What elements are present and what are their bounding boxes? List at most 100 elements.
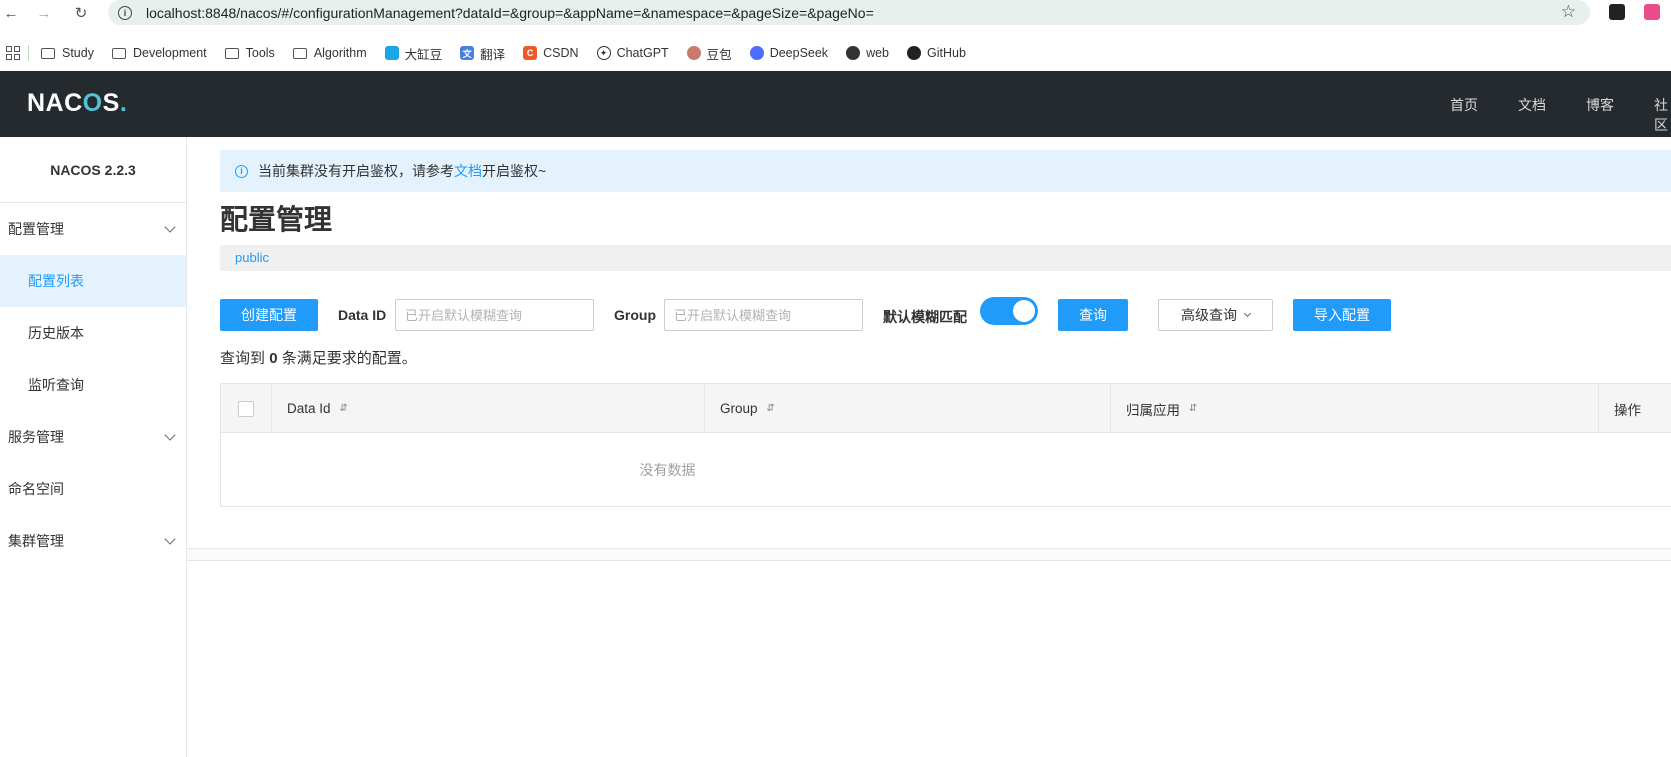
column-dataid[interactable]: Data Id ⇵ <box>272 384 705 433</box>
nacos-logo[interactable]: NACOS. <box>27 89 127 118</box>
bookmark-translate[interactable]: 文翻译 <box>460 44 505 63</box>
dataid-input[interactable] <box>395 299 594 331</box>
sidebar-group-cluster[interactable]: 集群管理 <box>0 515 186 567</box>
bookmark-github[interactable]: GitHub <box>907 46 966 60</box>
create-config-button[interactable]: 创建配置 <box>220 299 318 331</box>
page-title: 配置管理 <box>220 204 333 235</box>
bookmark-development[interactable]: Development <box>111 46 207 60</box>
url-text: localhost:8848/nacos/#/configurationMana… <box>146 4 874 21</box>
sidebar-version: NACOS 2.2.3 <box>0 137 186 203</box>
namespace-bar: public <box>220 245 1671 271</box>
bookmark-deepseek[interactable]: DeepSeek <box>749 46 829 60</box>
dataid-label: Data ID <box>338 307 387 323</box>
translate-extension-icon[interactable] <box>1644 4 1660 20</box>
bookmark-label: Development <box>132 46 207 60</box>
column-label: Group <box>720 401 758 416</box>
bookmark-label: Algorithm <box>313 46 367 60</box>
column-label: 操作 <box>1614 402 1641 418</box>
sidebar-group-label: 命名空间 <box>8 481 64 497</box>
sort-icon[interactable]: ⇵ <box>1189 403 1197 414</box>
advanced-query-label: 高级查询 <box>1181 307 1237 323</box>
sidebar-group-config[interactable]: 配置管理 <box>0 203 186 255</box>
alert-text-after: 开启鉴权~ <box>482 163 547 179</box>
bookmark-label: Study <box>62 46 94 60</box>
reload-icon[interactable]: ↻ <box>70 2 92 24</box>
sidebar-group-namespace[interactable]: 命名空间 <box>0 463 186 515</box>
nav-docs[interactable]: 文档 <box>1518 95 1546 115</box>
alert-text-before: 当前集群没有开启鉴权，请参考 <box>258 163 454 179</box>
nav-community[interactable]: 社区 <box>1654 95 1671 135</box>
address-bar[interactable]: i localhost:8848/nacos/#/configurationMa… <box>108 0 1590 25</box>
select-all-cell <box>221 384 272 433</box>
bookmark-study[interactable]: Study <box>41 46 94 60</box>
sidebar: NACOS 2.2.3 配置管理 配置列表 历史版本 监听查询 服务管理 命名空… <box>0 137 187 757</box>
bookmark-label: DeepSeek <box>769 46 829 60</box>
toggle-knob <box>1013 300 1035 322</box>
bookmark-label: ChatGPT <box>616 46 669 60</box>
column-app[interactable]: 归属应用 ⇵ <box>1111 384 1599 433</box>
bookmark-doubao[interactable]: 豆包 <box>686 44 732 63</box>
namespace-public[interactable]: public <box>235 250 269 265</box>
bookmark-label: 大缸豆 <box>404 47 443 62</box>
fuzzy-match-toggle[interactable] <box>980 297 1038 325</box>
csdn-icon: C <box>523 46 538 60</box>
app-header: NACOS. 首页 文档 博客 社区 <box>0 71 1671 137</box>
result-count: 0 <box>269 350 278 367</box>
fuzzy-match-label: 默认模糊匹配 <box>883 309 967 325</box>
folder-icon <box>41 47 55 59</box>
bookmarks-bar: Study Development Tools Algorithm 大缸豆 文翻… <box>0 39 1671 67</box>
bookmark-label: web <box>866 46 889 60</box>
github-icon <box>907 46 921 60</box>
site-info-icon[interactable]: i <box>118 5 132 20</box>
info-icon: i <box>235 164 248 178</box>
chatgpt-icon: ✦ <box>596 46 611 60</box>
folder-icon <box>292 47 307 59</box>
doubao-icon <box>686 46 701 60</box>
bookmark-label: Tools <box>245 46 275 60</box>
chevron-down-icon <box>1243 309 1252 318</box>
bookmark-tools[interactable]: Tools <box>224 46 275 60</box>
bookmark-csdn[interactable]: C CSDN <box>523 46 579 60</box>
extension-icon[interactable] <box>1609 4 1625 20</box>
sidebar-group-label: 服务管理 <box>8 429 64 445</box>
result-summary: 查询到 0 条满足要求的配置。 <box>220 347 417 368</box>
column-label: 归属应用 <box>1126 402 1180 418</box>
folder-icon <box>111 47 126 59</box>
result-prefix: 查询到 <box>220 350 266 367</box>
bookmark-web[interactable]: web <box>846 46 889 60</box>
sidebar-group-label: 配置管理 <box>8 221 64 237</box>
group-label: Group <box>614 307 656 323</box>
advanced-query-button[interactable]: 高级查询 <box>1158 299 1273 331</box>
column-actions: 操作 <box>1599 384 1671 433</box>
apps-icon[interactable] <box>6 46 20 60</box>
bookmark-label: 豆包 <box>706 47 732 62</box>
query-button[interactable]: 查询 <box>1058 299 1128 331</box>
bookmark-dagangdou[interactable]: 大缸豆 <box>384 44 443 63</box>
config-table: Data Id ⇵ Group ⇵ 归属应用 ⇵ 操作 没有数据 <box>220 383 1671 507</box>
chevron-down-icon <box>164 533 176 545</box>
nav-home[interactable]: 首页 <box>1450 95 1478 115</box>
bookmark-label: GitHub <box>927 46 966 60</box>
sort-icon[interactable]: ⇵ <box>340 403 348 414</box>
column-group[interactable]: Group ⇵ <box>705 384 1111 433</box>
bookmark-algorithm[interactable]: Algorithm <box>292 46 367 60</box>
nav-blog[interactable]: 博客 <box>1586 95 1614 115</box>
auth-alert: i 当前集群没有开启鉴权，请参考 文档 开启鉴权~ <box>220 150 1671 192</box>
bookmark-star-icon[interactable]: ☆ <box>1561 2 1576 22</box>
back-icon[interactable]: ← <box>0 2 22 24</box>
bookmark-chatgpt[interactable]: ✦ ChatGPT <box>596 46 669 60</box>
chevron-down-icon <box>164 221 176 233</box>
forward-icon[interactable]: → <box>33 2 55 24</box>
sidebar-item-config-list[interactable]: 配置列表 <box>0 255 186 307</box>
import-config-button[interactable]: 导入配置 <box>1293 299 1391 331</box>
sort-icon[interactable]: ⇵ <box>767 403 775 414</box>
group-input[interactable] <box>664 299 863 331</box>
bookmarks-separator <box>28 45 29 61</box>
select-all-checkbox[interactable] <box>238 400 254 417</box>
alert-docs-link[interactable]: 文档 <box>454 161 482 181</box>
sidebar-group-service[interactable]: 服务管理 <box>0 411 186 463</box>
sidebar-item-history[interactable]: 历史版本 <box>0 307 186 359</box>
sidebar-item-listener[interactable]: 监听查询 <box>0 359 186 411</box>
translate-icon: 文 <box>460 46 475 60</box>
chevron-down-icon <box>164 429 176 441</box>
